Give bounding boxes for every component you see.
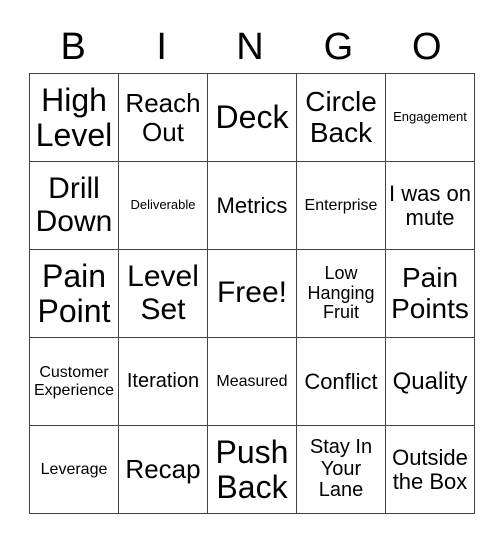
bingo-grid: High Level Reach Out Deck Circle Back En… (29, 73, 475, 514)
bingo-cell[interactable]: Push Back (207, 425, 297, 514)
bingo-cell[interactable]: Deck (207, 73, 297, 162)
bingo-cell[interactable]: Quality (385, 337, 475, 426)
bingo-cell[interactable]: Stay In Your Lane (296, 425, 386, 514)
header-letter-n: N (236, 26, 264, 68)
bingo-cell[interactable]: Engagement (385, 73, 475, 162)
bingo-cell[interactable]: Outside the Box (385, 425, 475, 514)
bingo-cell[interactable]: Low Hanging Fruit (296, 249, 386, 338)
bingo-cell[interactable]: High Level (29, 73, 119, 162)
bingo-cell[interactable]: I was on mute (385, 161, 475, 250)
bingo-cell[interactable]: Metrics (207, 161, 297, 250)
bingo-cell[interactable]: Deliverable (118, 161, 208, 250)
grid-row: High Level Reach Out Deck Circle Back En… (29, 73, 475, 162)
grid-row: Customer Experience Iteration Measured C… (29, 337, 475, 426)
bingo-cell[interactable]: Conflict (296, 337, 386, 426)
grid-row: Leverage Recap Push Back Stay In Your La… (29, 425, 475, 514)
header-letter-o: O (412, 26, 442, 68)
bingo-cell[interactable]: Drill Down (29, 161, 119, 250)
bingo-cell[interactable]: Leverage (29, 425, 119, 514)
bingo-cell[interactable]: Reach Out (118, 73, 208, 162)
header-letter-b: B (60, 26, 86, 68)
bingo-cell[interactable]: Pain Point (29, 249, 119, 338)
bingo-cell[interactable]: Pain Points (385, 249, 475, 338)
bingo-cell[interactable]: Customer Experience (29, 337, 119, 426)
bingo-cell[interactable]: Measured (207, 337, 297, 426)
header-letter-i: I (156, 26, 167, 68)
grid-row: Drill Down Deliverable Metrics Enterpris… (29, 161, 475, 250)
bingo-cell[interactable]: Enterprise (296, 161, 386, 250)
bingo-cell free-space[interactable]: Free! (207, 249, 297, 338)
bingo-header: B I N G O (29, 22, 471, 72)
bingo-cell[interactable]: Level Set (118, 249, 208, 338)
header-letter-g: G (323, 26, 354, 68)
grid-row: Pain Point Level Set Free! Low Hanging F… (29, 249, 475, 338)
bingo-cell[interactable]: Iteration (118, 337, 208, 426)
bingo-cell[interactable]: Recap (118, 425, 208, 514)
bingo-cell[interactable]: Circle Back (296, 73, 386, 162)
